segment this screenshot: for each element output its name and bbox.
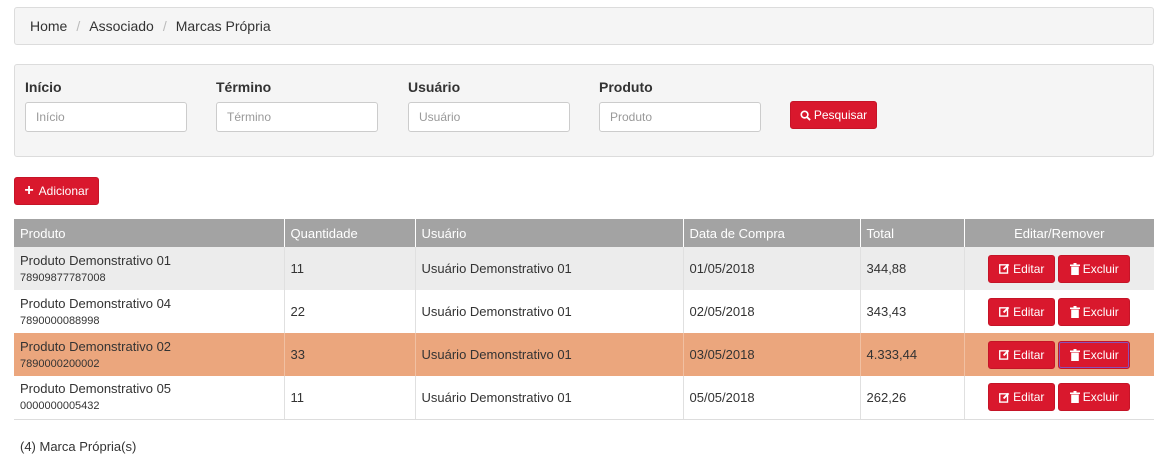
add-button[interactable]: + Adicionar — [14, 177, 99, 205]
filter-usuario-label: Usuário — [408, 79, 461, 95]
product-code: 78909877787008 — [20, 271, 106, 284]
delete-button[interactable]: Excluir — [1058, 297, 1131, 326]
cell-total: 344,88 — [860, 247, 965, 290]
trash-icon — [1069, 348, 1080, 361]
breadcrumb-separator: / — [76, 18, 81, 34]
filter-produto: Produto — [599, 77, 761, 132]
table-row[interactable]: Produto Demonstrativo 04 7890000088998 2… — [14, 290, 1154, 333]
cell-total: 262,26 — [860, 376, 965, 420]
filter-inicio: Início — [25, 77, 187, 132]
cell-data-compra: 03/05/2018 — [683, 333, 861, 376]
edit-button[interactable]: Editar — [988, 254, 1056, 283]
filter-inicio-label: Início — [25, 79, 62, 95]
col-header-total[interactable]: Total — [860, 219, 965, 247]
filter-termino: Término — [216, 77, 378, 132]
breadcrumb-separator: / — [162, 18, 167, 34]
delete-button-label: Excluir — [1082, 390, 1119, 405]
delete-button-label: Excluir — [1082, 347, 1119, 362]
delete-button[interactable]: Excluir — [1058, 383, 1131, 412]
cell-usuario: Usuário Demonstrativo 01 — [415, 247, 684, 290]
search-button[interactable]: Pesquisar — [790, 101, 877, 129]
cell-data-compra: 05/05/2018 — [683, 376, 861, 420]
cell-data-compra: 02/05/2018 — [683, 290, 861, 333]
plus-icon: + — [24, 182, 34, 199]
cell-usuario: Usuário Demonstrativo 01 — [415, 333, 684, 376]
table-row[interactable]: Produto Demonstrativo 01 78909877787008 … — [14, 247, 1154, 290]
table-header-row: Produto Quantidade Usuário Data de Compr… — [14, 219, 1154, 247]
cell-total: 343,43 — [860, 290, 965, 333]
cell-acoes: Editar Excluir — [964, 376, 1154, 420]
filter-produto-label: Produto — [599, 79, 653, 95]
product-name: Produto Demonstrativo 02 — [20, 338, 172, 354]
cell-acoes: Editar Excluir — [964, 247, 1154, 290]
cell-produto: Produto Demonstrativo 01 78909877787008 — [14, 247, 285, 290]
cell-quantidade: 11 — [284, 376, 416, 420]
filter-usuario: Usuário — [408, 77, 570, 132]
cell-total: 4.333,44 — [860, 333, 965, 376]
cell-produto: Produto Demonstrativo 02 7890000200002 — [14, 333, 285, 376]
edit-button[interactable]: Editar — [988, 297, 1056, 326]
breadcrumb-associado[interactable]: Associado — [89, 18, 154, 34]
delete-button[interactable]: Excluir — [1058, 340, 1131, 369]
cell-produto: Produto Demonstrativo 04 7890000088998 — [14, 290, 285, 333]
product-name: Produto Demonstrativo 05 — [20, 381, 172, 397]
add-button-label: Adicionar — [38, 184, 89, 198]
cell-acoes: Editar Excluir — [964, 290, 1154, 333]
breadcrumb-current: Marcas Própria — [175, 18, 271, 34]
search-button-label: Pesquisar — [813, 108, 868, 122]
col-header-data-compra[interactable]: Data de Compra — [683, 219, 861, 247]
table-row[interactable]: Produto Demonstrativo 02 7890000200002 3… — [14, 333, 1154, 376]
cell-data-compra: 01/05/2018 — [683, 247, 861, 290]
filter-termino-label: Término — [216, 79, 272, 95]
produto-input[interactable] — [599, 102, 761, 132]
edit-button[interactable]: Editar — [988, 383, 1056, 412]
product-name: Produto Demonstrativo 04 — [20, 295, 172, 311]
product-code: 7890000200002 — [20, 357, 100, 370]
edit-button-label: Editar — [1013, 390, 1045, 405]
delete-button-label: Excluir — [1082, 261, 1119, 276]
product-code: 0000000005432 — [20, 400, 100, 413]
product-code: 7890000088998 — [20, 314, 100, 327]
search-icon — [800, 109, 811, 121]
table-row[interactable]: Produto Demonstrativo 05 0000000005432 1… — [14, 376, 1154, 420]
edit-icon — [999, 263, 1010, 274]
col-header-acoes: Editar/Remover — [964, 219, 1154, 247]
cell-produto: Produto Demonstrativo 05 0000000005432 — [14, 376, 285, 420]
col-header-usuario[interactable]: Usuário — [415, 219, 684, 247]
edit-icon — [999, 306, 1010, 317]
breadcrumb: Home / Associado / Marcas Própria — [14, 7, 1154, 45]
cell-usuario: Usuário Demonstrativo 01 — [415, 376, 684, 420]
trash-icon — [1069, 262, 1080, 275]
edit-button-label: Editar — [1013, 347, 1045, 362]
product-name: Produto Demonstrativo 01 — [20, 252, 172, 268]
cell-quantidade: 22 — [284, 290, 416, 333]
edit-button-label: Editar — [1013, 261, 1045, 276]
edit-button[interactable]: Editar — [988, 340, 1056, 369]
edit-icon — [999, 349, 1010, 360]
record-count: (4) Marca Própria(s) — [20, 439, 137, 454]
cell-usuario: Usuário Demonstrativo 01 — [415, 290, 684, 333]
delete-button-label: Excluir — [1082, 304, 1119, 319]
edit-button-label: Editar — [1013, 304, 1045, 319]
cell-quantidade: 11 — [284, 247, 416, 290]
filter-panel: Início Término Usuário Produto Pesquisar — [14, 64, 1154, 157]
usuario-input[interactable] — [408, 102, 570, 132]
delete-button[interactable]: Excluir — [1058, 254, 1131, 283]
trash-icon — [1069, 391, 1080, 404]
edit-icon — [999, 392, 1010, 403]
cell-quantidade: 33 — [284, 333, 416, 376]
cell-acoes: Editar Excluir — [964, 333, 1154, 376]
trash-icon — [1069, 305, 1080, 318]
col-header-produto[interactable]: Produto — [14, 219, 285, 247]
breadcrumb-home[interactable]: Home — [30, 18, 67, 34]
termino-input[interactable] — [216, 102, 378, 132]
inicio-input[interactable] — [25, 102, 187, 132]
marcas-table: Produto Quantidade Usuário Data de Compr… — [14, 219, 1154, 420]
col-header-quantidade[interactable]: Quantidade — [284, 219, 416, 247]
